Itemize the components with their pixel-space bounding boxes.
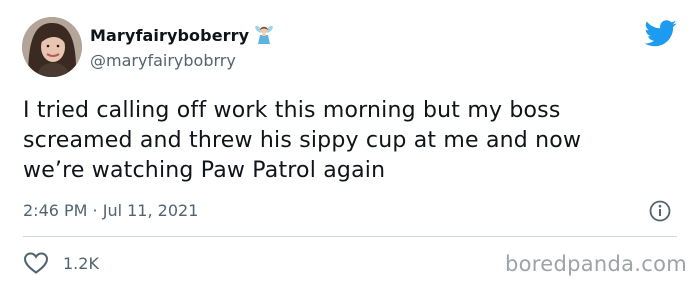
tweet-text: I tried calling off work this morning bu… <box>23 96 683 186</box>
heart-outline-icon <box>23 251 49 275</box>
tweet-text-line: I tried calling off work this morning bu… <box>23 98 561 123</box>
like-button[interactable]: 1.2K <box>23 251 99 275</box>
tweet-card: Maryfairyboberry @maryfairybobrry I trie… <box>0 0 700 288</box>
name-row: Maryfairyboberry <box>90 24 275 46</box>
avatar-photo <box>22 17 82 77</box>
tweet-text-line: screamed and threw his sippy cup at me a… <box>23 128 582 153</box>
fairy-emoji-icon <box>253 24 275 46</box>
info-icon[interactable] <box>648 199 672 223</box>
tweet-timestamp[interactable]: 2:46 PM · Jul 11, 2021 <box>23 201 198 220</box>
divider <box>23 236 677 237</box>
watermark: boredpanda.com <box>505 252 688 276</box>
twitter-bird-icon[interactable] <box>644 20 677 48</box>
user-handle[interactable]: @maryfairybobrry <box>90 51 236 70</box>
like-count: 1.2K <box>63 253 99 273</box>
avatar[interactable] <box>22 17 82 77</box>
display-name[interactable]: Maryfairyboberry <box>90 26 249 45</box>
tweet-text-line: we’re watching Paw Patrol again <box>23 158 386 183</box>
